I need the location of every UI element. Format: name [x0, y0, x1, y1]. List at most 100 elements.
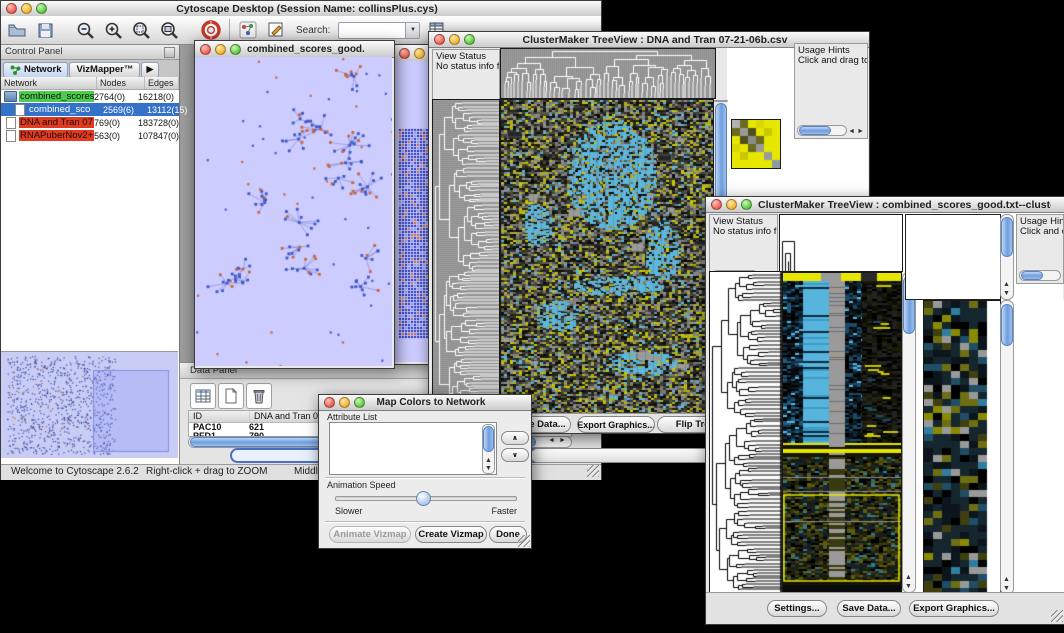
plugin-network-icon[interactable]	[238, 20, 258, 40]
animate-vizmap-button[interactable]: Animate Vizmap	[329, 526, 411, 543]
window-controls[interactable]	[6, 3, 47, 14]
panel-float-icon[interactable]	[164, 47, 175, 58]
network-tree-row[interactable]: RNAPuberNov2+ 563(0) 107847(0)	[1, 129, 179, 142]
close-button[interactable]	[6, 3, 17, 14]
tv1-vscrollbar[interactable]	[714, 100, 728, 102]
scroll-right-icon[interactable]: ►	[559, 437, 566, 444]
birdseye-view[interactable]	[1, 351, 178, 458]
scroll-up-icon[interactable]: ▲	[1003, 576, 1010, 583]
zoom-button[interactable]	[741, 199, 752, 210]
export-graphics-button[interactable]: Export Graphics...	[577, 416, 655, 433]
scroll-right-icon[interactable]: ►	[857, 128, 864, 135]
network-window-title: combined_scores_good.txt--cluste...	[247, 44, 364, 55]
scroll-left-icon[interactable]: ◄	[848, 128, 855, 135]
tv1-row-dendrogram[interactable]	[432, 99, 500, 414]
network-canvas[interactable]	[195, 57, 392, 366]
treeview1-title: ClusterMaker TreeView : DNA and Tran 07-…	[481, 34, 829, 46]
zoom-button[interactable]	[354, 397, 365, 408]
minimize-button[interactable]	[339, 397, 350, 408]
resize-grip[interactable]	[587, 465, 599, 477]
minimize-button[interactable]	[21, 3, 32, 14]
resize-grip[interactable]	[518, 535, 530, 547]
minimize-button[interactable]	[449, 34, 460, 45]
tv1-usage-hints-panel: Usage HintsClick and drag tc ◄ ►	[794, 43, 868, 139]
tv2-usage-hints-panel: Usage HintsClick and drag to	[1016, 214, 1064, 284]
network-view-window: combined_scores_good.txt--cluste...	[194, 40, 395, 369]
zoom-button[interactable]	[464, 34, 475, 45]
zoom-in-icon[interactable]	[103, 20, 123, 40]
delete-attribute-trash-icon[interactable]	[246, 383, 272, 409]
tv2-row-dendrogram[interactable]	[709, 271, 783, 594]
treeview2-title-bar[interactable]: ClusterMaker TreeView : combined_scores_…	[706, 197, 1064, 213]
network-tree-row[interactable]: DNA and Tran 07 769(0) 183728(0)	[1, 116, 179, 129]
scroll-left-icon[interactable]: ◄	[548, 437, 555, 444]
tv2-hints-hscrollbar[interactable]	[1019, 270, 1061, 281]
scroll-up-icon[interactable]: ▲	[905, 574, 912, 581]
export-graphics-button[interactable]: Export Graphics...	[909, 600, 999, 617]
close-button[interactable]	[399, 48, 410, 59]
control-panel-header: Control Panel	[1, 45, 179, 60]
network-tree-row[interactable]: combined_scores 2764(0) 16218(0)	[1, 90, 179, 103]
move-up-button[interactable]: ∧	[501, 431, 529, 445]
network-tree-rows: combined_scores 2764(0) 16218(0) combine…	[1, 90, 179, 142]
close-button[interactable]	[711, 199, 722, 210]
attribute-list-vscrollbar[interactable]: ▲ ▼	[482, 424, 495, 474]
tab-overflow-arrow[interactable]: ▶	[141, 62, 158, 78]
animation-speed-slider-thumb[interactable]	[416, 491, 431, 506]
tv2-selected-heatmap[interactable]	[923, 300, 1001, 595]
close-button[interactable]	[324, 397, 335, 408]
move-down-button[interactable]: ∨	[501, 448, 529, 462]
open-folder-icon[interactable]	[7, 20, 27, 40]
tv1-heatmap[interactable]	[500, 99, 714, 414]
network-tree-header: Network Nodes Edges	[1, 77, 179, 90]
scroll-down-icon[interactable]: ▼	[485, 465, 492, 472]
scroll-down-icon[interactable]: ▼	[1003, 585, 1010, 592]
tv2-heatmap-vscrollbar[interactable]: ▲ ▼	[902, 272, 916, 593]
tv1-summary-matrix[interactable]	[731, 119, 781, 169]
create-attribute-icon[interactable]	[218, 383, 244, 409]
dialog-title-bar[interactable]: Map Colors to Network	[319, 395, 531, 411]
resize-grip[interactable]	[1051, 610, 1063, 622]
scroll-down-icon[interactable]: ▼	[1003, 290, 1010, 297]
netA-title-bar[interactable]: combined_scores_good.txt--cluste...	[195, 41, 394, 58]
search-dropdown-arrow[interactable]: ▼	[405, 23, 419, 38]
tv2-genelist-vscrollbar[interactable]: ▲ ▼	[1000, 300, 1014, 595]
tab-vizmapper[interactable]: VizMapper™	[69, 62, 140, 78]
zoom-selected-icon[interactable]	[131, 20, 151, 40]
network-canvas-dense[interactable]	[394, 61, 432, 362]
tv2-heatmap[interactable]	[782, 272, 902, 593]
tv1-hints-hscrollbar[interactable]	[797, 125, 847, 136]
minimize-button[interactable]	[215, 44, 226, 55]
tab-network[interactable]: Network	[3, 62, 68, 78]
zoom-out-icon[interactable]	[75, 20, 95, 40]
treeview2-window: ClusterMaker TreeView : combined_scores_…	[705, 196, 1064, 625]
search-input[interactable]: ▼	[338, 22, 420, 39]
save-icon[interactable]	[35, 20, 55, 40]
minimize-button[interactable]	[726, 199, 737, 210]
create-vizmap-button[interactable]: Create Vizmap	[415, 526, 487, 543]
save-data-button[interactable]: Save Data...	[837, 600, 901, 617]
close-button[interactable]	[434, 34, 445, 45]
scroll-down-icon[interactable]: ▼	[905, 583, 912, 590]
zoom-fit-icon[interactable]	[159, 20, 179, 40]
main-title-bar[interactable]: Cytoscape Desktop (Session Name: collins…	[1, 1, 601, 17]
attribute-browser-tab-fragment[interactable]: r	[530, 448, 723, 463]
scroll-up-icon[interactable]: ▲	[485, 457, 492, 464]
annotation-icon[interactable]	[266, 20, 286, 40]
network-glyph-icon	[10, 65, 21, 75]
minimize-button[interactable]	[414, 48, 425, 59]
attribute-list[interactable]: ▲ ▼	[329, 422, 497, 475]
tv2-column-dendrogram[interactable]	[779, 214, 903, 272]
help-lifering-icon[interactable]	[201, 20, 221, 40]
select-attributes-icon[interactable]	[190, 383, 216, 409]
settings-button[interactable]: Settings...	[767, 600, 827, 617]
scroll-up-icon[interactable]: ▲	[1003, 281, 1010, 288]
network-tree-row[interactable]: combined_sco 2569(6) 13112(15)	[1, 103, 179, 116]
tv2-collabel-vscrollbar[interactable]: ▲ ▼	[1000, 214, 1014, 300]
close-button[interactable]	[200, 44, 211, 55]
tv1-column-dendrogram[interactable]	[500, 48, 716, 99]
status-welcome: Welcome to Cytoscape 2.6.2	[11, 466, 139, 477]
zoom-button[interactable]	[36, 3, 47, 14]
tv2-gene-list[interactable]	[1015, 300, 1064, 593]
zoom-button[interactable]	[230, 44, 241, 55]
